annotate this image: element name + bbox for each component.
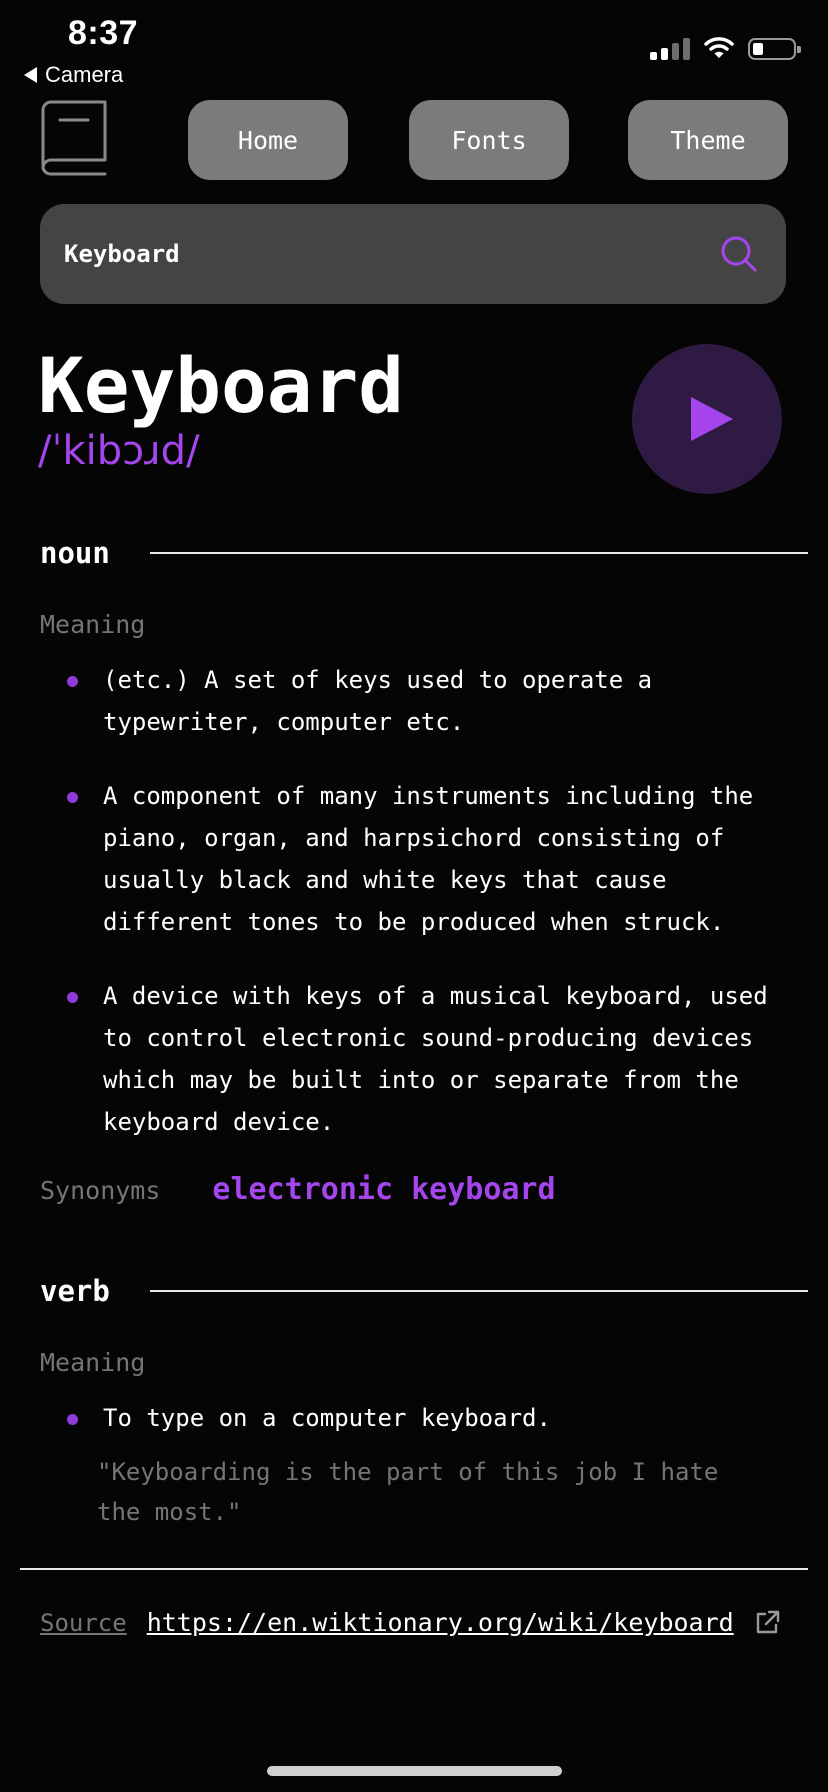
definition-text: (etc.) A set of keys used to operate a t…: [103, 666, 653, 736]
source-label: Source: [40, 1608, 127, 1637]
play-icon: [691, 397, 733, 441]
back-label: Camera: [45, 62, 124, 87]
verb-meaning-label: Meaning: [40, 1348, 146, 1377]
source-row: Source https://en.wiktionary.org/wiki/ke…: [40, 1608, 780, 1637]
definition-item: (etc.) A set of keys used to operate a t…: [40, 659, 780, 743]
noun-header: noun: [40, 536, 808, 570]
status-icons: [650, 36, 801, 60]
bullet: [67, 676, 78, 687]
book-icon[interactable]: [40, 100, 108, 176]
synonym-link[interactable]: electronic keyboard: [212, 1172, 555, 1207]
theme-button[interactable]: Theme: [628, 100, 788, 180]
definition-text: To type on a computer keyboard.: [103, 1404, 551, 1432]
synonyms-label: Synonyms: [40, 1176, 161, 1205]
cellular-signal-icon: [650, 36, 690, 60]
back-arrow-icon: [24, 67, 37, 83]
synonyms-row: Synonyms electronic keyboard: [40, 1172, 556, 1207]
definition-text: A component of many instruments includin…: [103, 782, 754, 936]
example-sentence: "Keyboarding is the part of this job I h…: [97, 1458, 719, 1526]
noun-meaning-label: Meaning: [40, 610, 146, 639]
noun-definitions: (etc.) A set of keys used to operate a t…: [40, 659, 780, 1175]
bullet: [67, 1414, 78, 1425]
wifi-icon: [704, 37, 734, 58]
verb-header: verb: [40, 1274, 808, 1308]
definition-item: To type on a computer keyboard.: [40, 1397, 780, 1439]
phonetic-text: /ˈkibɔɹd/: [38, 428, 200, 474]
battery-icon: [748, 38, 801, 60]
divider: [149, 1290, 808, 1292]
play-pronunciation-button[interactable]: [632, 344, 782, 494]
search-icon[interactable]: [720, 235, 758, 273]
definition-item: A device with keys of a musical keyboard…: [40, 975, 780, 1143]
fonts-button[interactable]: Fonts: [409, 100, 569, 180]
bullet: [67, 992, 78, 1003]
search-bar: [40, 204, 786, 304]
home-button[interactable]: Home: [188, 100, 348, 180]
bullet: [67, 792, 78, 803]
divider: [149, 552, 808, 554]
search-input[interactable]: [62, 239, 720, 269]
back-to-camera-link[interactable]: Camera: [24, 62, 123, 88]
definition-text: A device with keys of a musical keyboard…: [103, 982, 768, 1136]
home-indicator: [267, 1766, 562, 1776]
definition-item: A component of many instruments includin…: [40, 775, 780, 943]
source-link[interactable]: https://en.wiktionary.org/wiki/keyboard: [147, 1608, 734, 1637]
external-link-icon[interactable]: [754, 1610, 780, 1636]
part-of-speech-verb: verb: [40, 1274, 110, 1308]
status-time: 8:37: [68, 14, 139, 52]
footer-divider: [20, 1568, 808, 1570]
part-of-speech-noun: noun: [40, 536, 110, 570]
word-title: Keyboard: [38, 341, 405, 430]
